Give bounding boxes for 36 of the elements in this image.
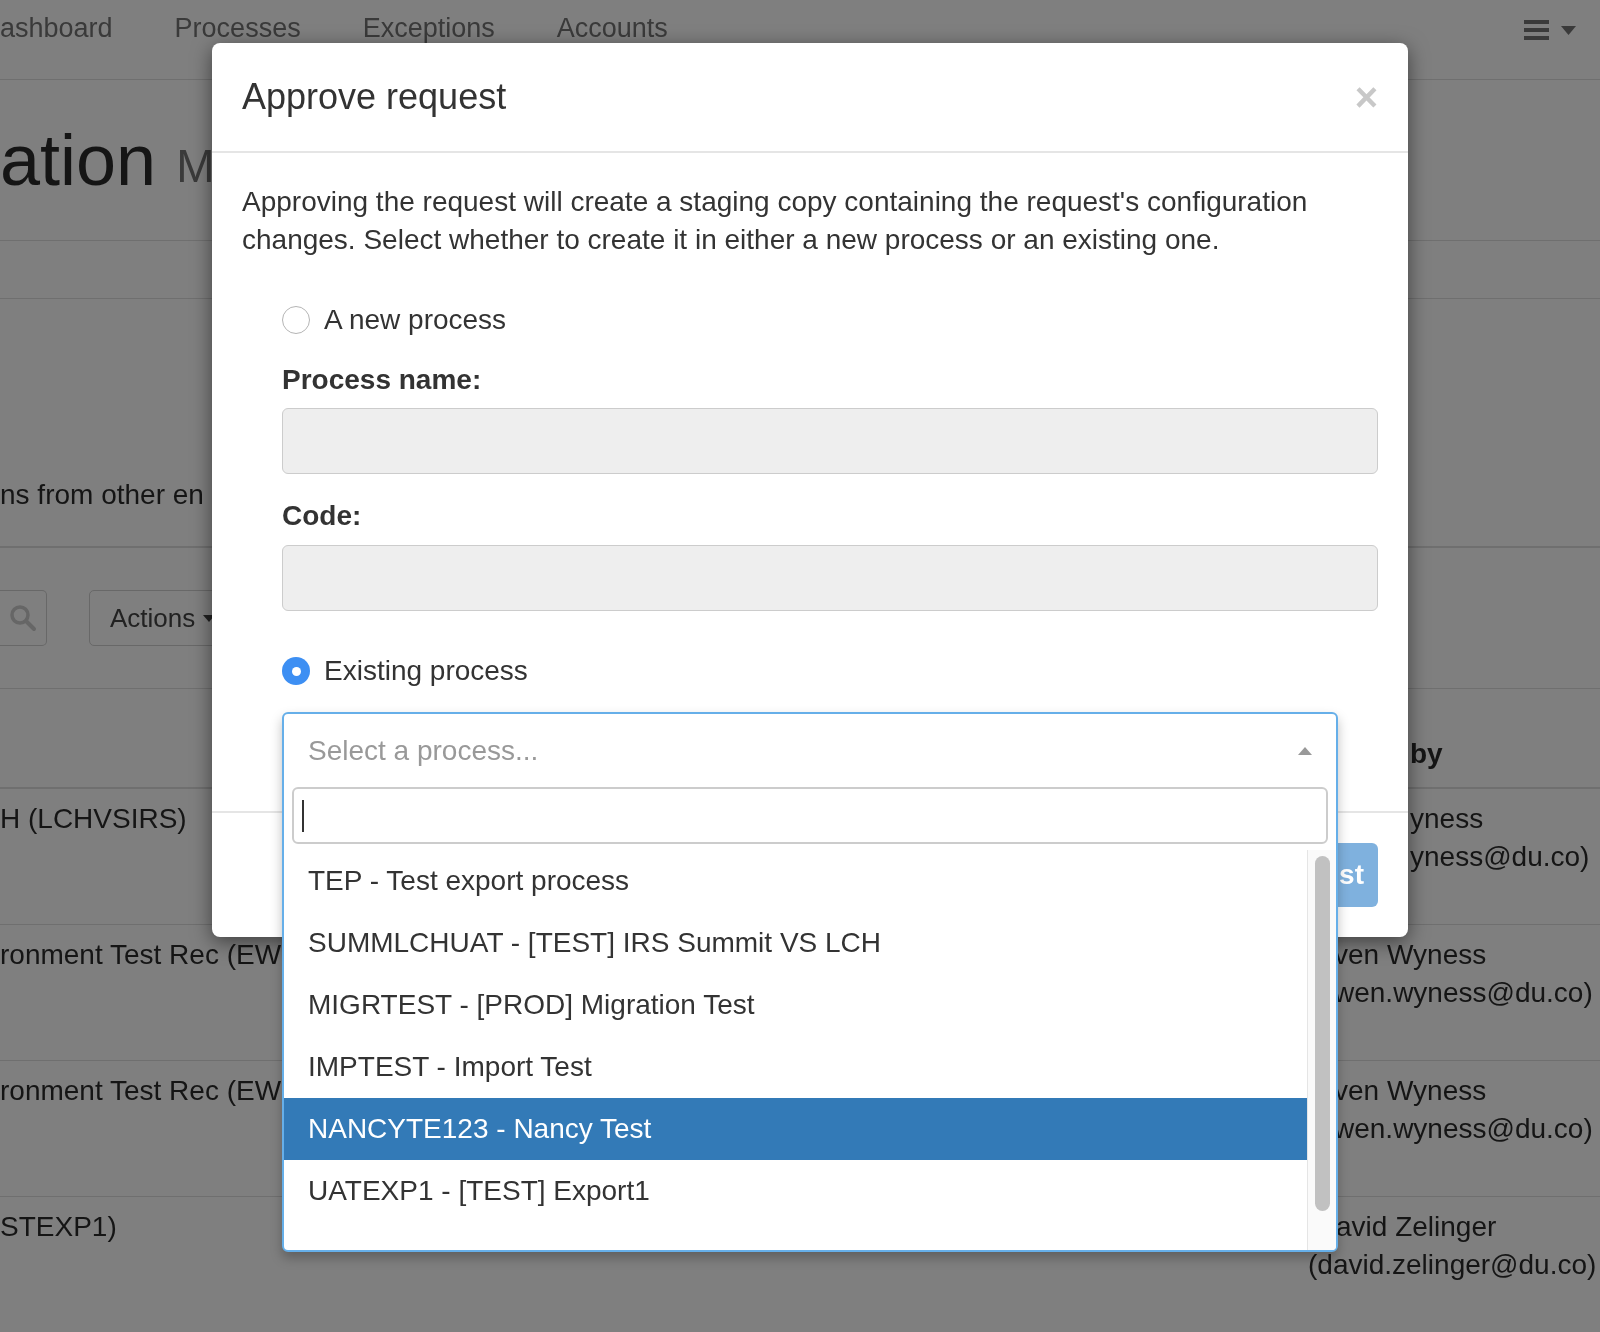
dropdown-option[interactable]: IMPTEST - Import Test	[284, 1036, 1307, 1098]
caret-down-icon	[1561, 25, 1576, 35]
table-cell-text: ronment Test Rec (EW	[0, 1074, 282, 1108]
dropdown-option[interactable]: SUMMLCHUAT - [TEST] IRS Summit VS LCH	[284, 912, 1307, 974]
field-label: Code:	[282, 499, 363, 533]
modal-title: Approve request	[242, 75, 507, 119]
table-cell-text: avid Zelinger	[1336, 1210, 1497, 1244]
caret-up-icon	[1298, 746, 1312, 755]
radio-button[interactable]	[282, 657, 310, 685]
dropdown-option[interactable]: UATEXP1 - [TEST] Export1	[284, 1160, 1307, 1222]
page-description: ns from other en	[0, 478, 204, 512]
table-cell-text: yness@du.co)	[1410, 840, 1590, 874]
search-icon	[9, 604, 37, 632]
text-cursor	[302, 799, 304, 832]
intro-text: Approving the request will create a staging copy containing the request's configuration changes. Select whether to create it in either a new process or an existing one.	[242, 185, 1309, 257]
radio-label[interactable]: A new process	[324, 299, 507, 341]
table-cell-text: H (LCHVSIRS)	[0, 802, 187, 836]
menu-icon	[1524, 20, 1549, 40]
scrollbar[interactable]	[1307, 850, 1336, 1250]
dropdown-option[interactable]: MIGRTEST - [PROD] Migration Test	[284, 974, 1307, 1036]
radio-label[interactable]: Existing process	[324, 650, 528, 692]
dropdown-option[interactable]: NANCYTE123 - Nancy Test	[284, 1098, 1307, 1160]
search-field[interactable]	[292, 787, 1328, 844]
table-cell-text: STEXP1)	[0, 1210, 117, 1244]
page-title: ation	[0, 119, 157, 202]
dropdown-option[interactable]: TEP - Test export process	[284, 850, 1307, 912]
table-cell-text: yness	[1410, 802, 1484, 836]
process-dropdown[interactable]: Select a process... TEP - Test export process SUMMLCHUAT - [TEST] IRS Summit VS LCH MIGRTEST - [PROD] Migration Test IMPTEST - Import Test NANCYTE123 - Nancy Test UATEXP1 - [TEST] Export1	[282, 712, 1338, 1252]
menu-button[interactable]	[1524, 20, 1576, 40]
search-button[interactable]	[0, 590, 47, 646]
page-subtitle: M	[176, 138, 215, 194]
table-cell-text: ronment Test Rec (EW	[0, 938, 282, 972]
field-label: Process name:	[282, 363, 483, 397]
column-header: by	[1410, 737, 1443, 771]
select-placeholder: Select a process...	[308, 733, 539, 768]
radio-button[interactable]	[282, 306, 310, 334]
